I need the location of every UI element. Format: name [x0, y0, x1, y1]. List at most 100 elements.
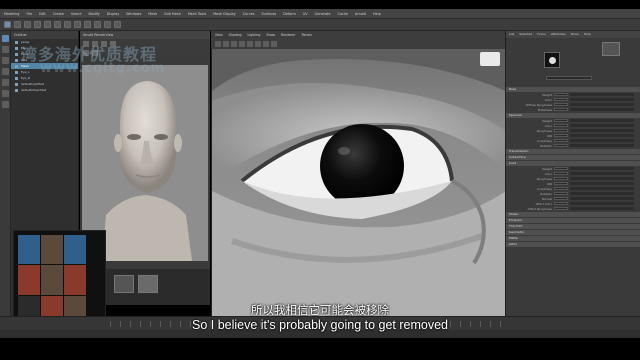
attribute-section-header[interactable]: Matte: [506, 236, 640, 241]
attribute-slider[interactable]: [570, 182, 634, 185]
viewport-menu-item[interactable]: Show: [266, 33, 275, 37]
attribute-value-input[interactable]: [554, 124, 568, 127]
attribute-tab[interactable]: Attributes: [551, 32, 566, 37]
wireframe-icon[interactable]: [223, 41, 229, 47]
attribute-slider[interactable]: [570, 93, 634, 96]
attribute-tab[interactable]: List: [509, 32, 514, 37]
attribute-value-input[interactable]: [554, 98, 568, 101]
menu-item[interactable]: Edit Mesh: [164, 12, 181, 16]
layout-two-icon[interactable]: [2, 101, 9, 108]
attribute-tab[interactable]: Selected: [519, 32, 532, 37]
attribute-slider[interactable]: [570, 197, 634, 200]
attribute-value-input[interactable]: [554, 182, 568, 185]
menu-item[interactable]: Arnold: [355, 12, 366, 16]
attribute-value-input[interactable]: [554, 129, 568, 132]
snap-curve-icon[interactable]: [74, 21, 81, 28]
attribute-section-header[interactable]: Thin Film: [506, 224, 640, 229]
scale-icon[interactable]: [2, 68, 9, 75]
scale-tool-icon[interactable]: [54, 21, 61, 28]
reference-photo[interactable]: [64, 265, 86, 295]
attribute-value-input[interactable]: [554, 93, 568, 96]
viewport-menu-item[interactable]: Panels: [302, 33, 312, 37]
attribute-value-input[interactable]: [554, 139, 568, 142]
menu-item[interactable]: Modify: [88, 12, 99, 16]
ipr-render-icon[interactable]: [104, 21, 111, 28]
attribute-slider[interactable]: [570, 139, 634, 142]
grid-icon[interactable]: [271, 41, 277, 47]
texture-icon[interactable]: [239, 41, 245, 47]
attribute-value-input[interactable]: [554, 134, 568, 137]
reference-photo[interactable]: [41, 235, 63, 265]
attribute-tab[interactable]: Show: [571, 32, 579, 37]
menu-item[interactable]: Help: [373, 12, 381, 16]
menu-item[interactable]: Mesh Tools: [188, 12, 206, 16]
smooth-shade-icon[interactable]: [231, 41, 237, 47]
attribute-value-input[interactable]: [554, 177, 568, 180]
viewport-menu-item[interactable]: Renderer: [281, 33, 296, 37]
menu-item[interactable]: Display: [107, 12, 120, 16]
attribute-slider[interactable]: [570, 172, 634, 175]
layout-single-icon[interactable]: [2, 79, 9, 86]
attribute-value-input[interactable]: [554, 119, 568, 122]
attribute-value-input[interactable]: [554, 207, 568, 210]
attribute-slider[interactable]: [570, 207, 634, 210]
menu-item[interactable]: File: [26, 12, 32, 16]
viewport-menu-item[interactable]: View: [215, 33, 223, 37]
select-tool-icon[interactable]: [4, 21, 11, 28]
camera-icon[interactable]: [215, 41, 221, 47]
attribute-slider[interactable]: [570, 192, 634, 195]
render-settings-icon[interactable]: [114, 21, 121, 28]
attribute-section-header[interactable]: Transmission: [506, 149, 640, 154]
viewport-menu-item[interactable]: Shading: [229, 33, 242, 37]
attribute-value-input[interactable]: [554, 187, 568, 190]
reference-photo[interactable]: [64, 235, 86, 265]
outliner-item[interactable]: defaultObjectSet: [11, 87, 78, 93]
attribute-slider[interactable]: [570, 124, 634, 127]
render-layer-icon[interactable]: [480, 52, 500, 66]
menu-item[interactable]: Edit: [39, 12, 46, 16]
menu-item[interactable]: Deform: [283, 12, 296, 16]
menu-item[interactable]: Windows: [126, 12, 141, 16]
rotate-tool-icon[interactable]: [44, 21, 51, 28]
focus-button[interactable]: [602, 42, 620, 56]
attribute-section-header[interactable]: Subsurface: [506, 155, 640, 160]
attribute-value-input[interactable]: [554, 192, 568, 195]
attribute-value-input[interactable]: [554, 144, 568, 147]
xray-icon[interactable]: [263, 41, 269, 47]
snap-point-icon[interactable]: [84, 21, 91, 28]
viewport-3d[interactable]: [211, 31, 505, 316]
move-tool-icon[interactable]: [34, 21, 41, 28]
menu-item[interactable]: Mesh Display: [213, 12, 236, 16]
move-icon[interactable]: [2, 46, 9, 53]
menu-item[interactable]: Generate: [315, 12, 331, 16]
attribute-slider[interactable]: [570, 202, 634, 205]
reference-photo[interactable]: [18, 265, 40, 295]
attribute-tab[interactable]: Help: [584, 32, 591, 37]
attribute-slider[interactable]: [570, 187, 634, 190]
attribute-slider[interactable]: [570, 103, 634, 106]
snap-grid-icon[interactable]: [64, 21, 71, 28]
menu-item[interactable]: UV: [303, 12, 308, 16]
attribute-section-header[interactable]: Emission: [506, 218, 640, 223]
menu-item[interactable]: Create: [53, 12, 64, 16]
attribute-slider[interactable]: [570, 167, 634, 170]
menu-item[interactable]: Modeling: [4, 12, 19, 16]
lasso-tool-icon[interactable]: [14, 21, 21, 28]
material-name-field[interactable]: [546, 76, 592, 80]
material-swatch[interactable]: [138, 275, 158, 293]
lights-icon[interactable]: [247, 41, 253, 47]
menu-item[interactable]: Cache: [337, 12, 348, 16]
reference-photo[interactable]: [41, 265, 63, 295]
paint-tool-icon[interactable]: [24, 21, 31, 28]
menu-item[interactable]: Surfaces: [262, 12, 277, 16]
menu-item[interactable]: Curves: [243, 12, 255, 16]
viewport-menu-item[interactable]: Lighting: [248, 33, 261, 37]
render-icon[interactable]: [94, 21, 101, 28]
attribute-value-input[interactable]: [554, 172, 568, 175]
attribute-section-header[interactable]: Geometry: [506, 230, 640, 235]
attribute-slider[interactable]: [570, 144, 634, 147]
attribute-value-input[interactable]: [554, 103, 568, 106]
material-swatch[interactable]: [114, 275, 134, 293]
menu-item[interactable]: Mesh: [148, 12, 157, 16]
shadows-icon[interactable]: [255, 41, 261, 47]
